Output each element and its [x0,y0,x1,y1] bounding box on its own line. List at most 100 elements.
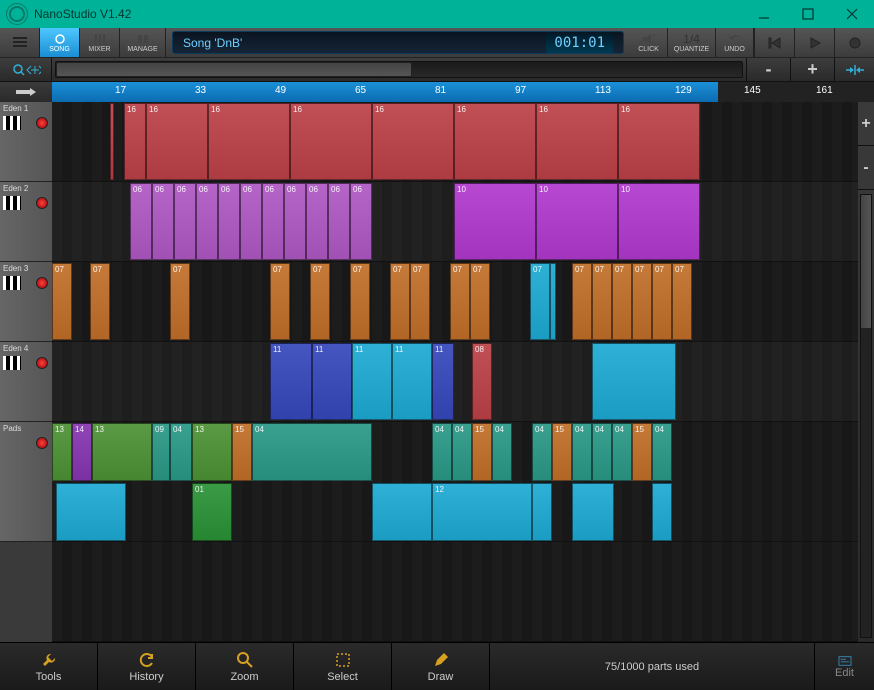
clip[interactable]: 11 [312,343,352,420]
menu-button[interactable] [0,28,40,57]
clip[interactable]: 06 [306,183,328,260]
record-button[interactable] [834,28,874,57]
clip[interactable]: 04 [612,423,632,481]
clip[interactable]: 07 [530,263,550,340]
clip[interactable]: 04 [492,423,512,481]
clip[interactable]: 15 [552,423,572,481]
play-button[interactable] [794,28,834,57]
song-display[interactable]: Song 'DnB' 001:01 [172,31,624,54]
track-header[interactable]: Pads [0,422,52,542]
clip[interactable]: 04 [592,423,612,481]
clip[interactable]: 11 [270,343,312,420]
record-arm-icon[interactable] [36,437,48,449]
snap-button[interactable] [834,58,874,81]
mixer-tab[interactable]: MIXER [80,28,120,57]
record-arm-icon[interactable] [36,117,48,129]
clip[interactable]: 16 [536,103,618,180]
clip[interactable]: 06 [328,183,350,260]
tool-mode-button[interactable] [0,58,52,81]
track-header[interactable]: Eden 3 [0,262,52,342]
clip[interactable]: 06 [350,183,372,260]
click-button[interactable]: CLICK [630,28,668,57]
clip[interactable]: 07 [52,263,72,340]
clip[interactable]: 06 [218,183,240,260]
clip[interactable]: 13 [92,423,152,481]
edit-button[interactable]: Edit [814,643,874,690]
undo-button[interactable]: UNDO [716,28,754,57]
clip[interactable]: 09 [152,423,170,481]
clip[interactable]: 16 [124,103,146,180]
clip[interactable]: 07 [652,263,672,340]
clip[interactable]: 16 [372,103,454,180]
clip[interactable]: 01 [192,483,232,541]
clip[interactable]: 06 [262,183,284,260]
clip[interactable]: 16 [208,103,290,180]
history-button[interactable]: History [98,643,196,690]
clip[interactable]: 04 [452,423,472,481]
clip[interactable]: 07 [572,263,592,340]
h-zoom-out[interactable]: - [746,58,790,81]
clip[interactable]: 08 [472,343,492,420]
v-zoom-out[interactable]: - [858,146,874,190]
clip[interactable]: 07 [270,263,290,340]
clip[interactable]: 07 [310,263,330,340]
clip[interactable]: 16 [290,103,372,180]
clip[interactable]: 06 [152,183,174,260]
ruler-mode-button[interactable] [0,82,52,102]
clip[interactable]: 07 [632,263,652,340]
rewind-button[interactable] [754,28,794,57]
clip[interactable]: 07 [350,263,370,340]
h-scroll-thumb[interactable] [56,62,412,77]
h-zoom-in[interactable]: + [790,58,834,81]
clip[interactable]: 07 [592,263,612,340]
clip[interactable]: 07 [470,263,490,340]
clip[interactable]: 15 [632,423,652,481]
clip[interactable] [532,483,552,541]
clip[interactable]: 06 [174,183,196,260]
record-arm-icon[interactable] [36,197,48,209]
clip[interactable] [110,103,114,180]
select-button[interactable]: Select [294,643,392,690]
clip[interactable]: 13 [192,423,232,481]
v-zoom-in[interactable]: + [858,102,874,146]
zoom-button[interactable]: Zoom [196,643,294,690]
manage-tab[interactable]: MANAGE [120,28,166,57]
maximize-button[interactable] [786,0,830,28]
clip[interactable] [592,343,676,420]
clip[interactable] [572,483,614,541]
clip[interactable]: 07 [170,263,190,340]
clip[interactable]: 12 [432,483,532,541]
clip[interactable] [372,483,432,541]
track-lane[interactable]: 1314130904131504040415040415040404150401… [52,422,858,542]
clip[interactable]: 06 [130,183,152,260]
clip[interactable] [652,483,672,541]
draw-button[interactable]: Draw [392,643,490,690]
clip[interactable]: 16 [454,103,536,180]
clip[interactable]: 15 [232,423,252,481]
clip[interactable] [550,263,556,340]
track-lane[interactable]: 1616161616161616 [52,102,858,182]
h-scrollbar[interactable] [55,61,743,78]
tools-button[interactable]: Tools [0,643,98,690]
clip[interactable]: 07 [90,263,110,340]
track-header[interactable]: Eden 1 [0,102,52,182]
clip[interactable]: 11 [432,343,454,420]
clip[interactable]: 07 [672,263,692,340]
minimize-button[interactable] [742,0,786,28]
song-tab[interactable]: SONG [40,28,80,57]
clip[interactable]: 07 [450,263,470,340]
track-header[interactable]: Eden 2 [0,182,52,262]
v-scrollbar[interactable] [860,194,872,638]
track-lane[interactable]: 0606060606060606060606101010 [52,182,858,262]
clip[interactable]: 10 [536,183,618,260]
clip[interactable]: 07 [410,263,430,340]
clip[interactable]: 10 [618,183,700,260]
clip[interactable]: 06 [240,183,262,260]
record-arm-icon[interactable] [36,277,48,289]
clip[interactable]: 11 [392,343,432,420]
clip[interactable]: 14 [72,423,92,481]
clip[interactable]: 04 [252,423,372,481]
clip[interactable]: 06 [284,183,306,260]
clip[interactable]: 10 [454,183,536,260]
clip[interactable]: 15 [472,423,492,481]
